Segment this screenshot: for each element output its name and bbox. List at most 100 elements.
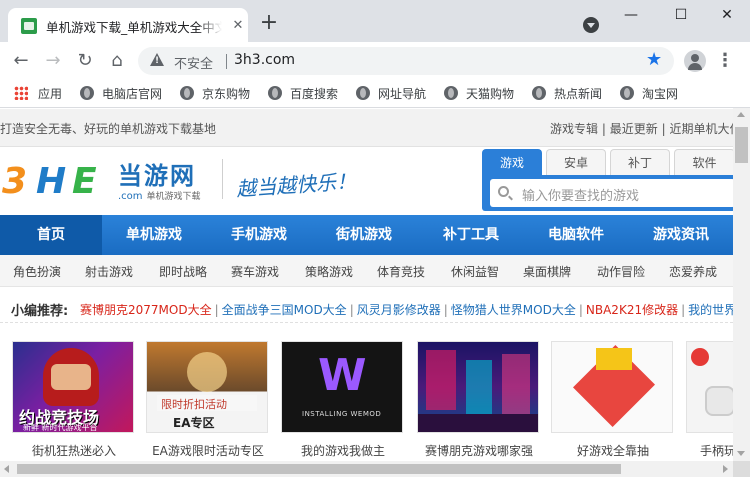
bookmark-item[interactable]: 百度搜索 <box>268 84 338 104</box>
site-tagline: 打造安全无毒、好玩的单机游戏下载基地 <box>0 122 217 136</box>
promo-caption[interactable]: 我的游戏我做主 <box>281 442 405 459</box>
bookmark-item[interactable]: 电脑店官网 <box>80 84 162 104</box>
scroll-up-icon[interactable] <box>737 112 745 117</box>
address-bar[interactable]: ! 不安全 3h3.com ★ <box>138 47 674 75</box>
promo-thumb-title: 限时折扣活动 <box>161 398 227 411</box>
promo-caption[interactable]: 好游戏全靠抽 <box>551 442 675 459</box>
globe-icon <box>180 86 194 100</box>
search-tab-software[interactable]: 软件 <box>674 149 733 175</box>
category-link[interactable]: 恋爱养成 <box>669 263 717 280</box>
warning-icon[interactable]: ! <box>150 53 164 66</box>
category-link[interactable]: 桌面棋牌 <box>523 263 571 280</box>
nav-pc-games[interactable]: 单机游戏 <box>102 215 206 255</box>
promo-card[interactable]: 限时折扣活动 EA专区 EA游戏限时活动专区 <box>146 341 270 459</box>
home-button[interactable]: ⌂ <box>105 49 129 73</box>
profile-avatar-icon[interactable] <box>684 50 706 72</box>
nav-patch-tools[interactable]: 补丁工具 <box>416 215 526 255</box>
search-icon[interactable] <box>498 186 509 197</box>
nav-pc-software[interactable]: 电脑软件 <box>526 215 626 255</box>
browser-tab[interactable]: 单机游戏下载_单机游戏大全中文 ✕ <box>8 8 248 42</box>
brand-name[interactable]: 当游网 <box>118 156 196 191</box>
bookmark-apps[interactable]: 应用 <box>14 84 62 104</box>
top-links: 游戏专辑 | 最近更新 | 近期单机大作 <box>550 120 733 137</box>
scroll-down-icon[interactable] <box>737 451 745 456</box>
apps-grid-icon <box>14 86 28 100</box>
promo-thumbnail[interactable]: 限时折扣活动 EA专区 <box>146 341 268 433</box>
promo-thumbnail[interactable] <box>551 341 673 433</box>
promo-card[interactable]: 手柄玩 <box>686 341 733 459</box>
new-tab-button[interactable]: + <box>258 12 280 34</box>
promo-caption[interactable]: 手柄玩 <box>686 442 733 459</box>
search-input[interactable]: 输入你要查找的游戏 <box>490 179 733 207</box>
promo-caption[interactable]: EA游戏限时活动专区 <box>146 442 270 459</box>
search-tab-android[interactable]: 安卓 <box>546 149 606 175</box>
bookmark-item[interactable]: 天猫购物 <box>444 84 514 104</box>
scrollbar-thumb[interactable] <box>735 127 748 163</box>
site-search: 游戏 安卓 补丁 软件 输入你要查找的游戏 <box>482 149 733 211</box>
tab-search-icon[interactable] <box>583 17 599 33</box>
recommend-label: 小编推荐: <box>11 304 69 319</box>
promo-card[interactable]: 赛博朋克游戏哪家强 <box>417 341 541 459</box>
top-link-albums[interactable]: 游戏专辑 <box>550 122 598 136</box>
promo-thumbnail[interactable] <box>417 341 539 433</box>
category-link[interactable]: 休闲益智 <box>451 263 499 280</box>
browser-menu-icon[interactable]: ⋮ <box>716 51 734 71</box>
promo-thumbnail[interactable] <box>686 341 733 433</box>
promo-thumbnail[interactable]: 约战竞技场 新鲜 新时代游戏平台 <box>12 341 134 433</box>
bookmark-item[interactable]: 热点新闻 <box>532 84 602 104</box>
promo-caption[interactable]: 赛博朋克游戏哪家强 <box>417 442 541 459</box>
bookmark-star-icon[interactable]: ★ <box>646 49 662 70</box>
site-logo[interactable]: 3 H E <box>2 157 110 202</box>
bookmark-item[interactable]: 淘宝网 <box>620 84 678 104</box>
globe-icon <box>356 86 370 100</box>
nav-mobile-games[interactable]: 手机游戏 <box>206 215 312 255</box>
recommend-link[interactable]: 怪物猎人世界MOD大全 <box>451 303 576 317</box>
search-tab-games[interactable]: 游戏 <box>482 149 542 175</box>
recommend-link[interactable]: NBA2K21修改器 <box>586 303 678 317</box>
category-link[interactable]: 射击游戏 <box>85 263 133 280</box>
tab-title: 单机游戏下载_单机游戏大全中文 <box>46 20 222 35</box>
promo-caption[interactable]: 街机狂热迷必入 <box>12 442 136 459</box>
back-button[interactable]: ← <box>9 49 33 73</box>
category-link[interactable]: 策略游戏 <box>305 263 353 280</box>
promo-card[interactable]: W INSTALLING WEMOD 我的游戏我做主 <box>281 341 405 459</box>
globe-icon <box>444 86 458 100</box>
bookmark-item[interactable]: 京东购物 <box>180 84 250 104</box>
category-link[interactable]: 角色扮演 <box>13 263 61 280</box>
vertical-scrollbar[interactable] <box>733 108 750 461</box>
recommend-link[interactable]: 全面战争三国MOD大全 <box>222 303 347 317</box>
promo-thumbnail[interactable]: W INSTALLING WEMOD <box>281 341 403 433</box>
nav-game-news[interactable]: 游戏资讯 <box>626 215 733 255</box>
nav-home[interactable]: 首页 <box>0 215 102 255</box>
url-text[interactable]: 3h3.com <box>234 52 295 68</box>
scrollbar-thumb[interactable] <box>17 464 621 474</box>
security-label[interactable]: 不安全 <box>174 53 213 72</box>
category-link[interactable]: 动作冒险 <box>597 263 645 280</box>
recommend-link[interactable]: 我的世界 <box>688 303 733 317</box>
bookmark-item[interactable]: 网址导航 <box>356 84 426 104</box>
site-top-bar: 打造安全无毒、好玩的单机游戏下载基地 游戏专辑 | 最近更新 | 近期单机大作 <box>0 109 733 147</box>
promo-card[interactable]: 好游戏全靠抽 <box>551 341 675 459</box>
forward-button[interactable]: → <box>41 49 65 73</box>
horizontal-scrollbar[interactable] <box>0 461 733 477</box>
bookmarks-bar: 应用 电脑店官网 京东购物 百度搜索 网址导航 天猫购物 热点新闻 淘宝网 <box>0 80 750 108</box>
top-link-recent[interactable]: 最近更新 <box>610 122 658 136</box>
category-link[interactable]: 即时战略 <box>159 263 207 280</box>
reload-button[interactable]: ↻ <box>73 49 97 73</box>
recommend-link[interactable]: 赛博朋克2077MOD大全 <box>80 303 212 317</box>
nav-arcade-games[interactable]: 街机游戏 <box>312 215 416 255</box>
brand-subtitle: .com 单机游戏下载 <box>118 191 201 202</box>
maximize-button[interactable]: ☐ <box>666 4 696 26</box>
scroll-right-icon[interactable] <box>723 465 728 473</box>
category-link[interactable]: 体育竞技 <box>377 263 425 280</box>
minimize-button[interactable]: — <box>616 4 646 26</box>
promo-card[interactable]: 约战竞技场 新鲜 新时代游戏平台 街机狂热迷必入 <box>12 341 136 459</box>
top-link-new-games[interactable]: 近期单机大作 <box>669 122 733 136</box>
recommend-link[interactable]: 风灵月影修改器 <box>357 303 441 317</box>
search-tab-patches[interactable]: 补丁 <box>610 149 670 175</box>
site-favicon-icon <box>21 18 37 34</box>
category-link[interactable]: 赛车游戏 <box>231 263 279 280</box>
tab-close-icon[interactable]: ✕ <box>230 18 246 34</box>
scroll-left-icon[interactable] <box>4 465 9 473</box>
close-window-button[interactable]: ✕ <box>712 4 742 26</box>
